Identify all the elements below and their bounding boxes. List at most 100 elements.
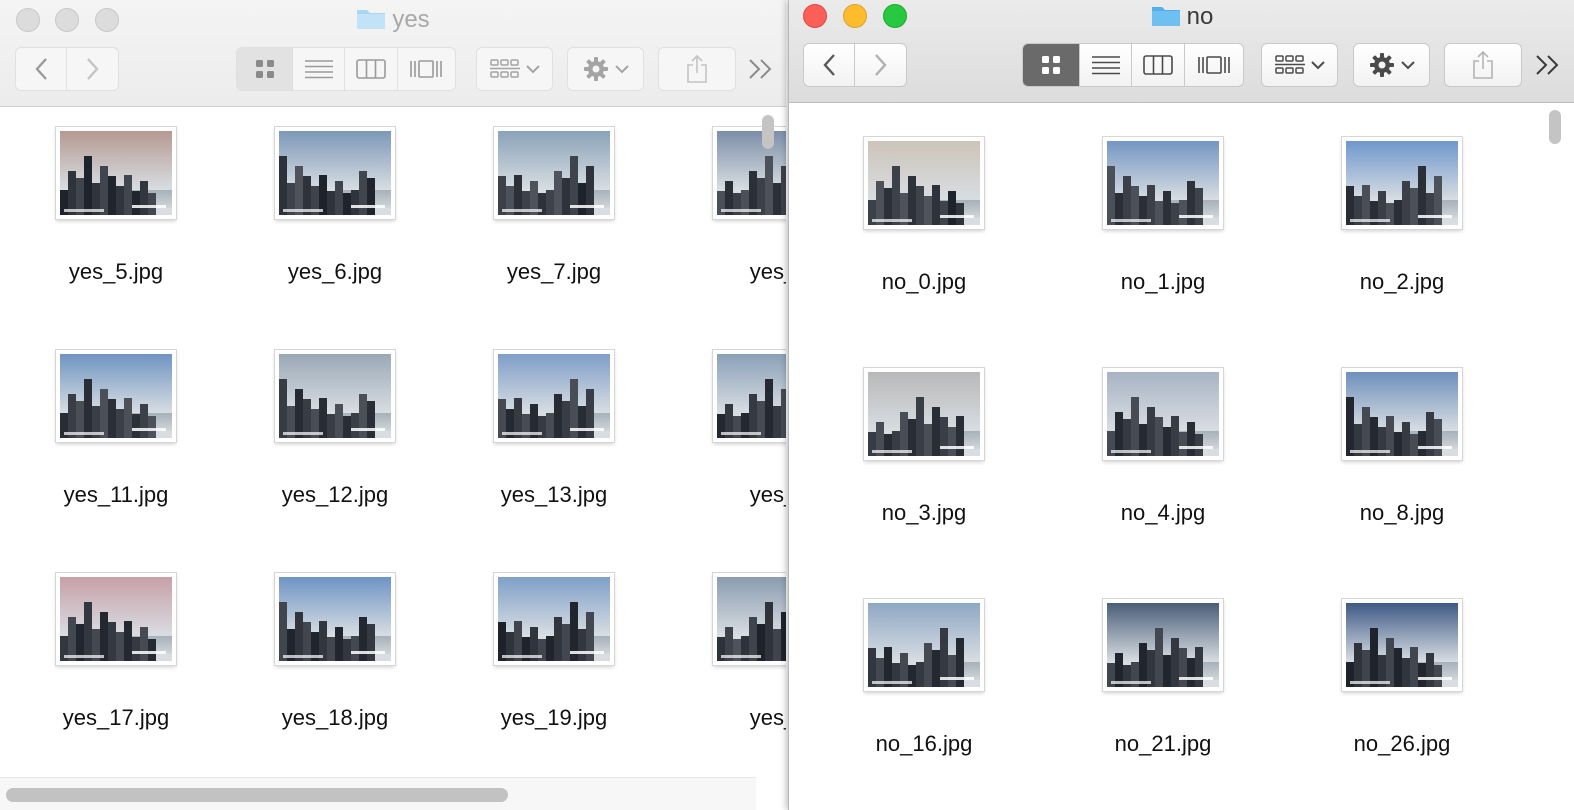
back-button[interactable] (16, 48, 68, 90)
toolbar-overflow-button[interactable] (1535, 54, 1561, 76)
file-item[interactable]: yes_ (673, 350, 786, 508)
file-name: yes_ (749, 482, 786, 507)
file-item[interactable]: no_4.jpg (1063, 368, 1263, 526)
image-thumbnail (1342, 137, 1462, 229)
file-item[interactable]: yes_17.jpg (16, 573, 216, 731)
image-thumbnail (1103, 368, 1223, 460)
file-item[interactable]: no_16.jpg (824, 599, 1024, 757)
vertical-scrollbar[interactable] (1549, 110, 1561, 144)
chevron-right-icon (86, 57, 100, 81)
file-item[interactable]: no_26.jpg (1302, 599, 1502, 757)
file-name: no_3.jpg (881, 500, 967, 525)
double-chevron-right-icon (1535, 54, 1561, 76)
image-thumbnail (864, 599, 984, 691)
share-button[interactable] (1444, 43, 1522, 87)
coverflow-view-button[interactable] (1185, 44, 1243, 86)
finder-window-no: no no_0.jpg no_1.jpg no_2.jpg no_3.jpg n… (788, 0, 1574, 810)
icon-view-button[interactable] (237, 48, 294, 90)
file-item[interactable]: yes_ (673, 573, 786, 731)
share-icon (685, 54, 709, 84)
list-view-button[interactable] (293, 48, 346, 90)
horizontal-scrollbar[interactable] (6, 788, 508, 802)
arrange-icon (1274, 54, 1305, 76)
file-name: yes_ (749, 705, 786, 730)
file-item[interactable]: yes_7.jpg (454, 127, 654, 285)
arrange-button[interactable] (1261, 43, 1338, 87)
share-button[interactable] (658, 47, 736, 91)
file-name: yes_17.jpg (62, 705, 170, 730)
file-item[interactable]: no_8.jpg (1302, 368, 1502, 526)
grid-icon (255, 59, 275, 79)
file-name: yes_11.jpg (63, 482, 169, 507)
columns-icon (355, 59, 386, 79)
file-item[interactable]: yes_6.jpg (235, 127, 435, 285)
file-item[interactable]: yes_ (673, 127, 786, 285)
image-thumbnail (1342, 599, 1462, 691)
coverflow-icon (409, 59, 443, 79)
file-item[interactable]: no_21.jpg (1063, 599, 1263, 757)
file-item[interactable]: yes_13.jpg (454, 350, 654, 508)
file-item[interactable]: yes_5.jpg (16, 127, 216, 285)
list-view-button[interactable] (1080, 44, 1133, 86)
folder-icon (1151, 3, 1181, 26)
back-button[interactable] (804, 44, 856, 86)
icon-view-button[interactable] (1023, 44, 1081, 86)
view-mode-control (1022, 43, 1244, 87)
view-mode-control (236, 47, 456, 91)
chevron-down-icon (525, 64, 540, 74)
columns-icon (1142, 55, 1173, 75)
forward-button[interactable] (855, 44, 906, 86)
image-thumbnail (494, 127, 614, 219)
file-item[interactable]: yes_18.jpg (235, 573, 435, 731)
file-name: yes_7.jpg (506, 259, 602, 284)
toolbar-overflow-button[interactable] (748, 58, 774, 80)
file-name: yes_6.jpg (287, 259, 383, 284)
chevron-down-icon (1400, 60, 1415, 70)
column-view-button[interactable] (345, 48, 398, 90)
file-item[interactable]: yes_19.jpg (454, 573, 654, 731)
file-item[interactable]: no_2.jpg (1302, 137, 1502, 295)
vertical-scrollbar[interactable] (762, 115, 774, 149)
arrange-button[interactable] (476, 47, 553, 91)
file-name: no_0.jpg (881, 269, 967, 294)
file-item[interactable]: no_0.jpg (824, 137, 1024, 295)
file-name: no_16.jpg (875, 731, 973, 756)
nav-buttons (15, 47, 119, 91)
window-title: yes (0, 6, 786, 34)
action-button[interactable] (1353, 43, 1430, 87)
file-name: no_2.jpg (1359, 269, 1445, 294)
image-thumbnail (864, 368, 984, 460)
file-grid: yes_5.jpg yes_6.jpg yes_7.jpg yes_ yes_11.jp… (0, 107, 786, 810)
chevron-left-icon (34, 57, 48, 81)
coverflow-icon (1197, 55, 1231, 75)
image-thumbnail (864, 137, 984, 229)
image-thumbnail (56, 127, 176, 219)
window-title: no (789, 3, 1574, 31)
file-item[interactable]: yes_11.jpg (16, 350, 216, 508)
image-thumbnail (1103, 137, 1223, 229)
image-thumbnail (56, 350, 176, 442)
file-name: no_1.jpg (1120, 269, 1206, 294)
forward-button[interactable] (67, 48, 118, 90)
toolbar: yes (0, 0, 786, 107)
grid-icon (1041, 55, 1061, 75)
nav-buttons (803, 43, 907, 87)
file-name: yes_18.jpg (281, 705, 389, 730)
image-thumbnail (275, 350, 395, 442)
toolbar: no (789, 0, 1574, 103)
coverflow-view-button[interactable] (398, 48, 455, 90)
file-name: yes_19.jpg (500, 705, 608, 730)
chevron-down-icon (1310, 60, 1325, 70)
column-view-button[interactable] (1132, 44, 1185, 86)
window-title-text: no (1186, 3, 1214, 30)
action-button[interactable] (567, 47, 644, 91)
list-icon (1091, 55, 1120, 75)
chevron-down-icon (614, 64, 629, 74)
file-name: yes_5.jpg (68, 259, 164, 284)
file-item[interactable]: yes_12.jpg (235, 350, 435, 508)
file-item[interactable]: no_1.jpg (1063, 137, 1263, 295)
image-thumbnail (494, 573, 614, 665)
file-item[interactable]: no_3.jpg (824, 368, 1024, 526)
gear-icon (583, 56, 609, 82)
finder-window-yes: yes yes_5.jpg yes_6.jpg yes_7.jpg yes ye… (0, 0, 786, 810)
